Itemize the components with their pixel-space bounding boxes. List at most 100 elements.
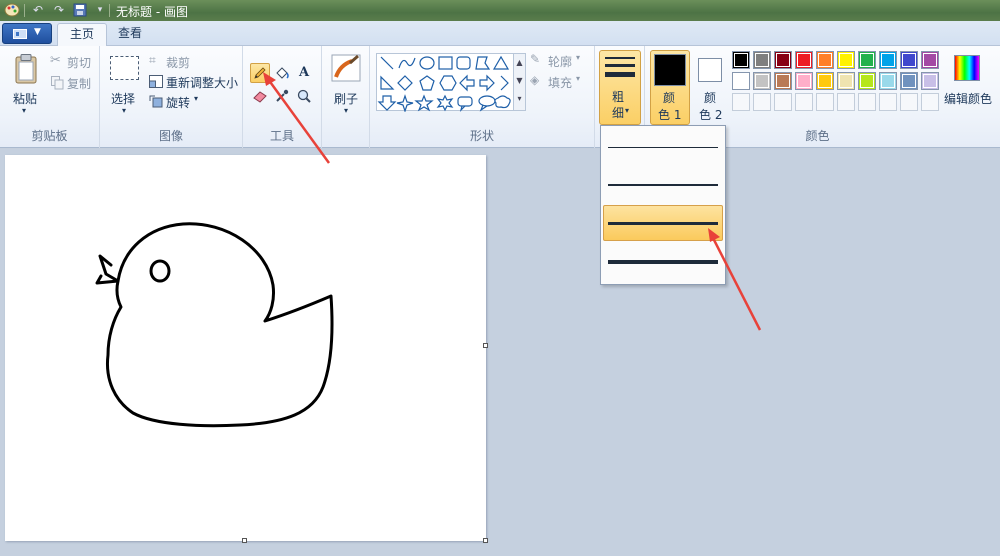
custom-color-slot[interactable] (753, 93, 771, 111)
resize-handle-bottom[interactable] (242, 538, 247, 543)
copy-button[interactable]: 复制 (50, 74, 98, 92)
palette-color-swatch[interactable] (753, 72, 771, 90)
color1-label-bottom: 色 1 (658, 108, 682, 122)
palette-color-swatch[interactable] (753, 51, 771, 69)
palette-color-swatch[interactable] (795, 72, 813, 90)
palette-color-swatch[interactable] (774, 72, 792, 90)
size-option-3[interactable] (603, 205, 723, 241)
custom-color-slot[interactable] (795, 93, 813, 111)
swatch-border (902, 74, 916, 88)
paint-menu-button[interactable]: ▼ (2, 23, 52, 44)
brushes-label: 刷子 (334, 92, 359, 106)
size-button[interactable]: 粗 细 ▾ (599, 50, 641, 125)
color-picker-icon (276, 89, 289, 102)
redo-icon[interactable]: ↷ (51, 2, 67, 18)
swatch-border (776, 74, 790, 88)
custom-color-slot[interactable] (921, 93, 939, 111)
tab-home[interactable]: 主页 (57, 23, 108, 46)
palette-color-swatch[interactable] (900, 72, 918, 90)
eraser-tool[interactable] (250, 86, 270, 106)
palette-color-swatch[interactable] (858, 72, 876, 90)
resize-handle-right[interactable] (483, 343, 488, 348)
image-group-label: 图像 (158, 129, 183, 143)
palette-color-swatch[interactable] (774, 51, 792, 69)
size-option-2[interactable] (603, 166, 723, 202)
edit-colors-button[interactable]: 编辑颜色 (941, 50, 997, 118)
color1-label-top: 颜 (663, 91, 676, 105)
color2-label-top: 颜 (704, 91, 717, 105)
custom-color-slot[interactable] (732, 93, 750, 111)
chevron-down-icon: ▾ (194, 94, 199, 103)
pencil-tool[interactable] (250, 63, 270, 83)
size-option-1[interactable] (603, 128, 723, 164)
palette-color-swatch[interactable] (732, 72, 750, 90)
fill-tool[interactable] (272, 63, 292, 83)
custom-color-slot[interactable] (858, 93, 876, 111)
canvas-workspace (0, 149, 1000, 556)
copy-label: 复制 (67, 77, 92, 91)
text-tool[interactable]: A (294, 63, 314, 83)
tab-view[interactable]: 查看 (106, 23, 154, 46)
palette-color-swatch[interactable] (921, 72, 939, 90)
customize-quick-access-icon[interactable]: ▾ (92, 2, 108, 18)
size-label-top: 粗 (612, 90, 625, 104)
magnifier-tool[interactable] (294, 86, 314, 106)
palette-color-swatch[interactable] (795, 51, 813, 69)
chevron-down-icon: ▾ (576, 53, 581, 62)
swatch-border (923, 74, 937, 88)
resize-button[interactable]: 重新调整大小 (148, 73, 240, 91)
swatch-border (902, 53, 916, 67)
line-size-icon (605, 57, 635, 77)
resize-handle-corner[interactable] (483, 538, 488, 543)
save-icon[interactable] (72, 2, 88, 18)
cut-button[interactable]: ✂ 剪切 (50, 53, 98, 71)
crop-button[interactable]: ⌗ 裁剪 (148, 53, 238, 71)
window-title: 无标题 - 画图 (116, 5, 188, 19)
palette-color-swatch[interactable] (816, 72, 834, 90)
brushes-button[interactable]: 刷子 ▾ (327, 50, 365, 118)
fill-label: 填充 (548, 76, 573, 90)
palette-color-swatch[interactable] (900, 51, 918, 69)
drawing-canvas[interactable] (5, 155, 486, 541)
custom-color-slot[interactable] (900, 93, 918, 111)
paint-app-icon[interactable] (4, 3, 20, 17)
undo-icon[interactable]: ↶ (30, 2, 46, 18)
resize-label: 重新调整大小 (166, 76, 239, 90)
separator (24, 4, 25, 17)
swatch-border (881, 74, 895, 88)
palette-color-swatch[interactable] (837, 72, 855, 90)
color2-button[interactable]: 颜 色 2 (693, 50, 729, 125)
outline-button[interactable]: ✎ 轮廓 ▾ (530, 52, 590, 70)
custom-color-slot[interactable] (879, 93, 897, 111)
title-bar: ↶ ↷ ▾ 无标题 - 画图 (0, 0, 1000, 21)
scroll-down-icon[interactable]: ▼ (514, 72, 525, 90)
paste-button[interactable]: 粘贴 ▾ (4, 50, 46, 118)
rotate-button[interactable]: 旋转 ▾ (148, 93, 208, 111)
crop-icon: ⌗ (149, 53, 156, 67)
palette-color-swatch[interactable] (732, 51, 750, 69)
tools-group: A 工具 (243, 46, 322, 148)
palette-color-swatch[interactable] (858, 51, 876, 69)
palette-color-swatch[interactable] (837, 51, 855, 69)
custom-color-slot[interactable] (837, 93, 855, 111)
palette-color-swatch[interactable] (879, 72, 897, 90)
color2-swatch (698, 58, 722, 82)
custom-color-slot[interactable] (816, 93, 834, 111)
scroll-up-icon[interactable]: ▲ (514, 54, 525, 72)
shapes-group-label: 形状 (469, 129, 494, 143)
size-option-4[interactable] (603, 244, 723, 280)
text-icon: A (298, 65, 310, 80)
palette-color-swatch[interactable] (921, 51, 939, 69)
color1-button[interactable]: 颜 色 1 (650, 50, 690, 125)
custom-color-slot[interactable] (774, 93, 792, 111)
fill-button[interactable]: ◈ 填充 ▾ (530, 73, 590, 91)
color-picker-tool[interactable] (272, 86, 292, 106)
fill-style-icon: ◈ (530, 73, 540, 87)
shapes-scrollbar[interactable]: ▲ ▼ ▾ (514, 53, 526, 111)
pencil-icon (254, 67, 266, 79)
palette-color-swatch[interactable] (879, 51, 897, 69)
expand-gallery-icon[interactable]: ▾ (514, 90, 525, 108)
palette-color-swatch[interactable] (816, 51, 834, 69)
select-button[interactable]: 选择 ▾ (106, 50, 142, 118)
size-label-bottom: 细 (612, 106, 625, 120)
